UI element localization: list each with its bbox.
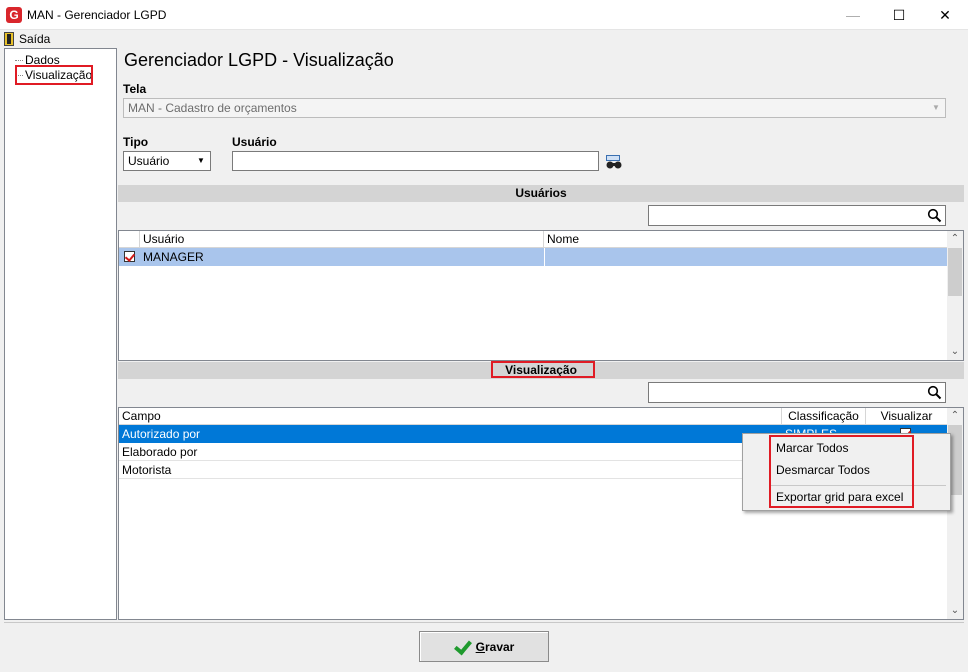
scroll-up-icon[interactable]: ⌃ [947,231,963,247]
save-button[interactable]: Gravar [419,631,549,662]
scroll-down-icon[interactable]: ⌄ [947,603,963,619]
column-header-usuario[interactable]: Usuário [140,231,544,248]
select-column-header [119,231,140,248]
usuarios-section-header: Usuários [118,185,964,202]
scroll-up-icon[interactable]: ⌃ [947,408,963,424]
visualizacao-grid-header: Campo Classificação Visualizar [119,408,948,425]
highlight-frame [491,361,595,378]
save-button-label: ravar [484,639,515,654]
minimize-button[interactable]: — [830,0,876,30]
usuario-input[interactable] [232,151,599,171]
chevron-down-icon: ▼ [197,156,205,165]
usuarios-search-input[interactable] [648,205,946,226]
tela-value: MAN - Cadastro de orçamentos [128,101,297,115]
column-header-campo[interactable]: Campo [119,408,782,425]
tipo-value: Usuário [128,154,170,168]
usuarios-scrollbar[interactable]: ⌃ ⌄ [947,231,963,360]
column-header-visualizar[interactable]: Visualizar [866,408,948,425]
tela-label: Tela [123,82,147,96]
menu-exit[interactable]: Saída [4,31,50,47]
scroll-down-icon[interactable]: ⌄ [947,344,963,360]
visualizacao-search-input[interactable] [648,382,946,403]
close-button[interactable]: ✕ [922,0,968,30]
table-row[interactable]: MANAGER [119,248,948,266]
usuarios-grid-header: Usuário Nome [119,231,948,248]
usuarios-grid: Usuário Nome MANAGER ⌃ ⌄ [118,230,964,361]
door-exit-icon [4,32,14,46]
search-icon[interactable] [927,385,942,400]
app-logo-icon: G [6,7,22,23]
highlight-frame [769,435,914,508]
cell-campo: Motorista [122,463,172,477]
search-icon[interactable] [927,208,942,223]
cell-campo: Autorizado por [122,427,201,441]
page-title: Gerenciador LGPD - Visualização [124,50,394,70]
title-bar: G MAN - Gerenciador LGPD — ☐ ✕ [0,0,968,30]
row-checkbox[interactable] [124,251,135,262]
chevron-down-icon: ▼ [932,103,940,112]
window-title: MAN - Gerenciador LGPD [27,8,167,22]
save-button-accelerator: G [475,639,485,654]
cell-nome [544,248,948,266]
tipo-select[interactable]: Usuário ▼ [123,151,211,171]
scroll-thumb[interactable] [948,248,962,296]
tipo-label: Tipo [123,135,149,149]
usuario-label: Usuário [232,135,277,149]
cell-campo: Elaborado por [122,445,198,459]
cell-usuario: MANAGER [143,250,204,264]
column-header-nome[interactable]: Nome [544,231,948,248]
tela-select[interactable]: MAN - Cadastro de orçamentos ▼ [123,98,946,118]
navigation-tree: Dados Visualização [4,48,117,620]
menu-bar: Saída [0,30,968,48]
binoculars-search-icon[interactable] [605,154,623,170]
check-icon [454,639,470,655]
column-header-classificacao[interactable]: Classificação [782,408,866,425]
maximize-button[interactable]: ☐ [876,0,922,30]
menu-exit-label: Saída [19,32,51,46]
highlight-frame [15,65,93,85]
